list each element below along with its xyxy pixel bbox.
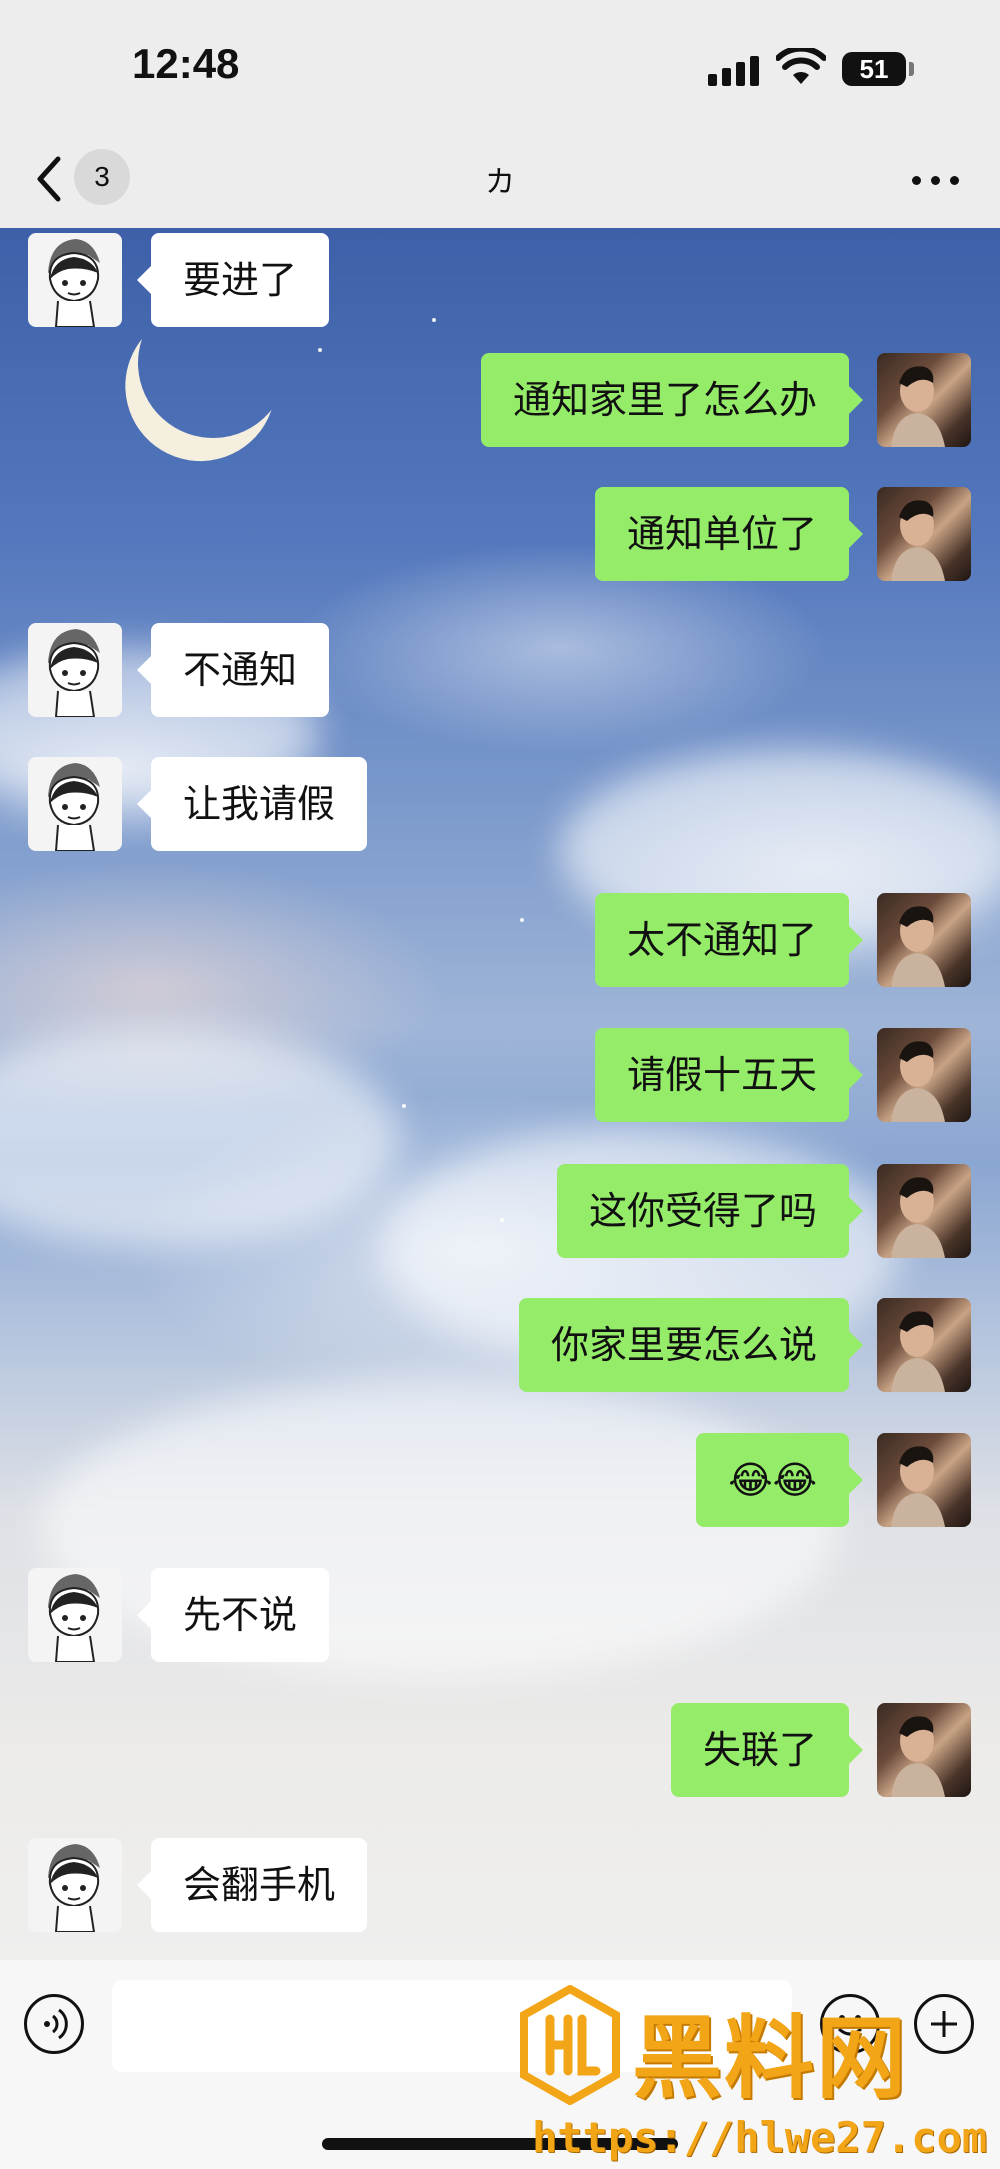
battery-cap: [909, 62, 914, 76]
friend-avatar[interactable]: [28, 233, 122, 327]
ellipsis-icon[interactable]: [908, 165, 964, 195]
my-avatar[interactable]: [877, 487, 971, 581]
incoming-message: 不通知: [0, 623, 1000, 723]
message-bubble[interactable]: 通知家里了怎么办: [480, 353, 864, 447]
watermark-logo-icon: [520, 1985, 620, 2105]
chat-screen: 12:48 51 3 カ 要进了 通知家里了怎么办 通知单位了 不通知 让我请假…: [0, 0, 1000, 2169]
unread-count-badge[interactable]: 3: [74, 149, 130, 205]
my-avatar[interactable]: [877, 1164, 971, 1258]
friend-avatar[interactable]: [28, 1838, 122, 1932]
status-time: 12:48: [132, 40, 240, 87]
message-bubble[interactable]: 这你受得了吗: [556, 1164, 864, 1258]
outgoing-message: 你家里要怎么说: [0, 1298, 1000, 1398]
status-bar: 12:48 51: [0, 0, 1000, 135]
outgoing-message: 通知单位了: [0, 487, 1000, 587]
message-bubble[interactable]: 请假十五天: [594, 1028, 864, 1122]
message-bubble[interactable]: 让我请假: [136, 757, 368, 851]
outgoing-message: 通知家里了怎么办: [0, 353, 1000, 453]
message-bubble[interactable]: 太不通知了: [594, 893, 864, 987]
my-avatar[interactable]: [877, 893, 971, 987]
outgoing-message: 😂😂: [0, 1433, 1000, 1533]
star-decoration: [318, 348, 322, 352]
cellular-signal-icon: [708, 56, 760, 86]
message-bubble[interactable]: 失联了: [670, 1703, 864, 1797]
message-bubble[interactable]: 先不说: [136, 1568, 330, 1662]
message-bubble[interactable]: 要进了: [136, 233, 330, 327]
outgoing-message: 失联了: [0, 1703, 1000, 1803]
incoming-message: 让我请假: [0, 757, 1000, 857]
friend-avatar[interactable]: [28, 757, 122, 851]
message-bubble[interactable]: 通知单位了: [594, 487, 864, 581]
watermark: 黑料网 https://hlwe27.com: [520, 1985, 990, 2165]
outgoing-message: 太不通知了: [0, 893, 1000, 993]
message-bubble[interactable]: 你家里要怎么说: [518, 1298, 864, 1392]
battery-indicator: 51: [842, 52, 906, 86]
wifi-icon: [776, 48, 826, 84]
message-bubble[interactable]: 不通知: [136, 623, 330, 717]
outgoing-message: 请假十五天: [0, 1028, 1000, 1128]
incoming-message: 先不说: [0, 1568, 1000, 1668]
chat-title: カ: [485, 165, 515, 200]
friend-avatar[interactable]: [28, 1568, 122, 1662]
message-list[interactable]: 要进了通知家里了怎么办通知单位了不通知让我请假太不通知了请假十五天这你受得了吗你…: [0, 228, 1000, 1960]
my-avatar[interactable]: [877, 1028, 971, 1122]
my-avatar[interactable]: [877, 1703, 971, 1797]
friend-avatar[interactable]: [28, 623, 122, 717]
my-avatar[interactable]: [877, 1298, 971, 1392]
my-avatar[interactable]: [877, 353, 971, 447]
my-avatar[interactable]: [877, 1433, 971, 1527]
chat-header: 3 カ: [0, 135, 1000, 228]
outgoing-message: 这你受得了吗: [0, 1164, 1000, 1264]
chevron-left-icon[interactable]: [30, 153, 70, 205]
incoming-message: 要进了: [0, 233, 1000, 333]
voice-icon[interactable]: [24, 1994, 84, 2054]
message-bubble[interactable]: 会翻手机: [136, 1838, 368, 1932]
message-bubble[interactable]: 😂😂: [696, 1433, 863, 1527]
watermark-url: https://hlwe27.com: [532, 2113, 988, 2162]
incoming-message: 会翻手机: [0, 1838, 1000, 1938]
watermark-title: 黑料网: [632, 2006, 908, 2111]
